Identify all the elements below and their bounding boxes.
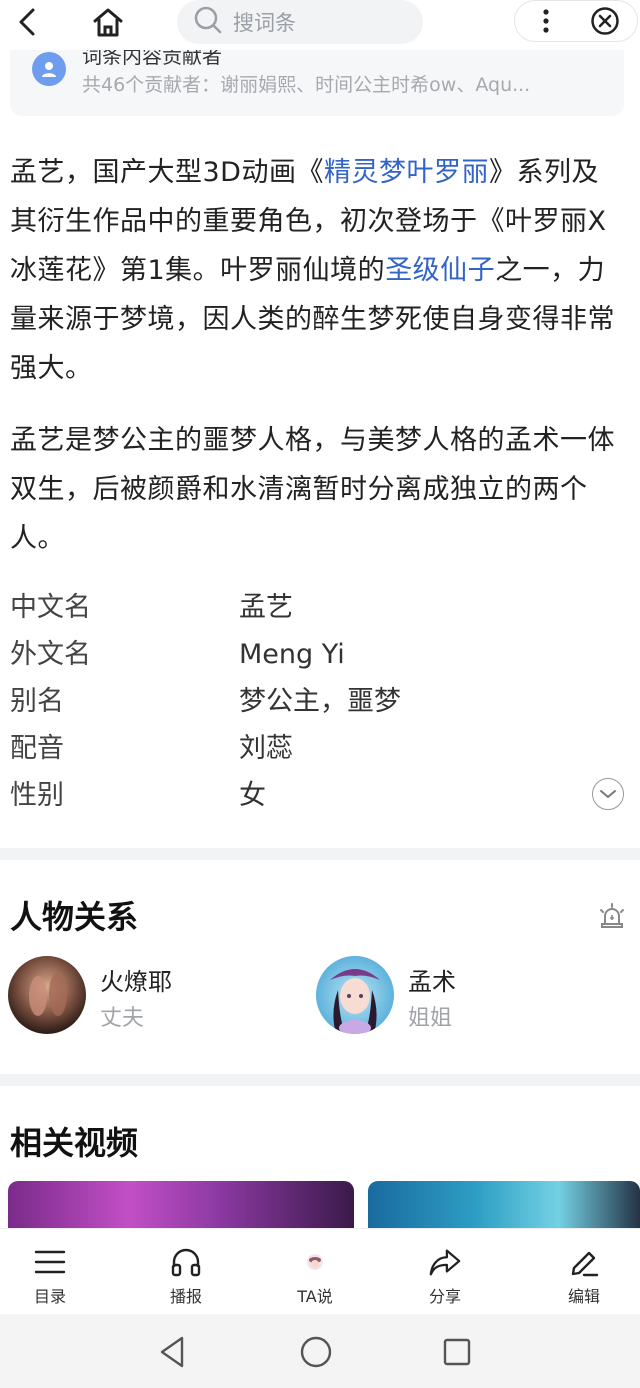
info-key: 性别 [10,780,64,811]
relation-role: 丈夫 [100,1006,145,1031]
intro-paragraph-1: 孟艺，国产大型3D动画《精灵梦叶罗丽》系列及其衍生作品中的重要角色，初次登场于《… [10,148,626,393]
toolbar-catalog[interactable]: 目录 [0,1229,100,1315]
info-row: 性别 女 [10,772,626,819]
section-divider [0,1074,640,1086]
list-icon [33,1245,67,1279]
info-key: 中文名 [10,592,91,623]
bottom-toolbar: 目录 播报 TA说 分享 编辑 [0,1228,640,1314]
info-value: 孟艺 [239,592,293,623]
relation-avatar [8,956,86,1034]
toolbar-ta-say[interactable]: TA说 [265,1229,365,1315]
edit-icon [567,1245,601,1279]
info-value: 女 [239,780,266,811]
relations-title: 人物关系 [10,898,139,936]
link-yeluoli[interactable]: 精灵梦叶罗丽 [324,157,489,188]
ta-avatar-icon [298,1245,332,1279]
link-shengji-xianzi[interactable]: 圣级仙子 [385,255,495,286]
toolbar-label: TA说 [297,1287,333,1306]
relation-item[interactable]: 孟术 姐姐 [316,956,576,1036]
info-key: 别名 [10,686,64,717]
toolbar-edit[interactable]: 编辑 [534,1229,634,1315]
headphones-icon [169,1245,203,1279]
relation-item[interactable]: 火燎耶 丈夫 [8,956,268,1036]
toolbar-label: 播报 [169,1287,202,1306]
back-icon[interactable] [8,2,48,42]
contributors-summary: 共46个贡献者：谢丽娟熙、时间公主时希ow、Aqu... [82,74,531,96]
relation-name: 火燎耶 [100,968,172,996]
info-row: 配音 刘蕊 [10,725,626,772]
toolbar-label: 目录 [33,1287,66,1306]
alarm-icon[interactable] [598,902,626,930]
toolbar-broadcast[interactable]: 播报 [136,1229,236,1315]
toolbar-label: 分享 [428,1287,461,1306]
info-key: 配音 [10,733,64,764]
home-icon[interactable] [88,2,128,42]
chevron-down-icon[interactable] [592,778,624,810]
search-icon [193,5,223,39]
top-bar: 搜词条 [0,0,640,50]
videos-title: 相关视频 [10,1124,139,1162]
relation-role: 姐姐 [408,1006,453,1031]
section-divider [0,848,640,860]
intro-text: 孟艺，国产大型3D动画《 [10,157,324,188]
nav-back-icon[interactable] [152,1332,192,1372]
close-circle-icon[interactable] [586,2,624,40]
info-value: 梦公主，噩梦 [239,686,401,717]
share-icon [428,1245,462,1279]
info-row: 外文名 Meng Yi [10,631,626,678]
relation-avatar [316,956,394,1034]
info-value: 刘蕊 [239,733,293,764]
info-row: 中文名 孟艺 [10,584,626,631]
nav-recents-icon[interactable] [437,1332,477,1372]
nav-home-icon[interactable] [296,1332,336,1372]
relation-name: 孟术 [408,968,456,996]
info-value: Meng Yi [239,639,345,670]
info-table: 中文名 孟艺 外文名 Meng Yi 别名 梦公主，噩梦 配音 刘蕊 性别 女 [10,584,626,819]
toolbar-share[interactable]: 分享 [395,1229,495,1315]
info-row: 别名 梦公主，噩梦 [10,678,626,725]
search-placeholder: 搜词条 [233,11,296,35]
info-key: 外文名 [10,639,91,670]
more-vertical-icon[interactable] [528,2,564,40]
contributor-user-icon [32,52,66,86]
toolbar-label: 编辑 [567,1287,600,1306]
search-input[interactable]: 搜词条 [177,0,423,44]
system-nav-bar [0,1314,640,1388]
intro-paragraph-2: 孟艺是梦公主的噩梦人格，与美梦人格的孟术一体双生，后被颜爵和水清漓暂时分离成独立… [10,425,615,554]
